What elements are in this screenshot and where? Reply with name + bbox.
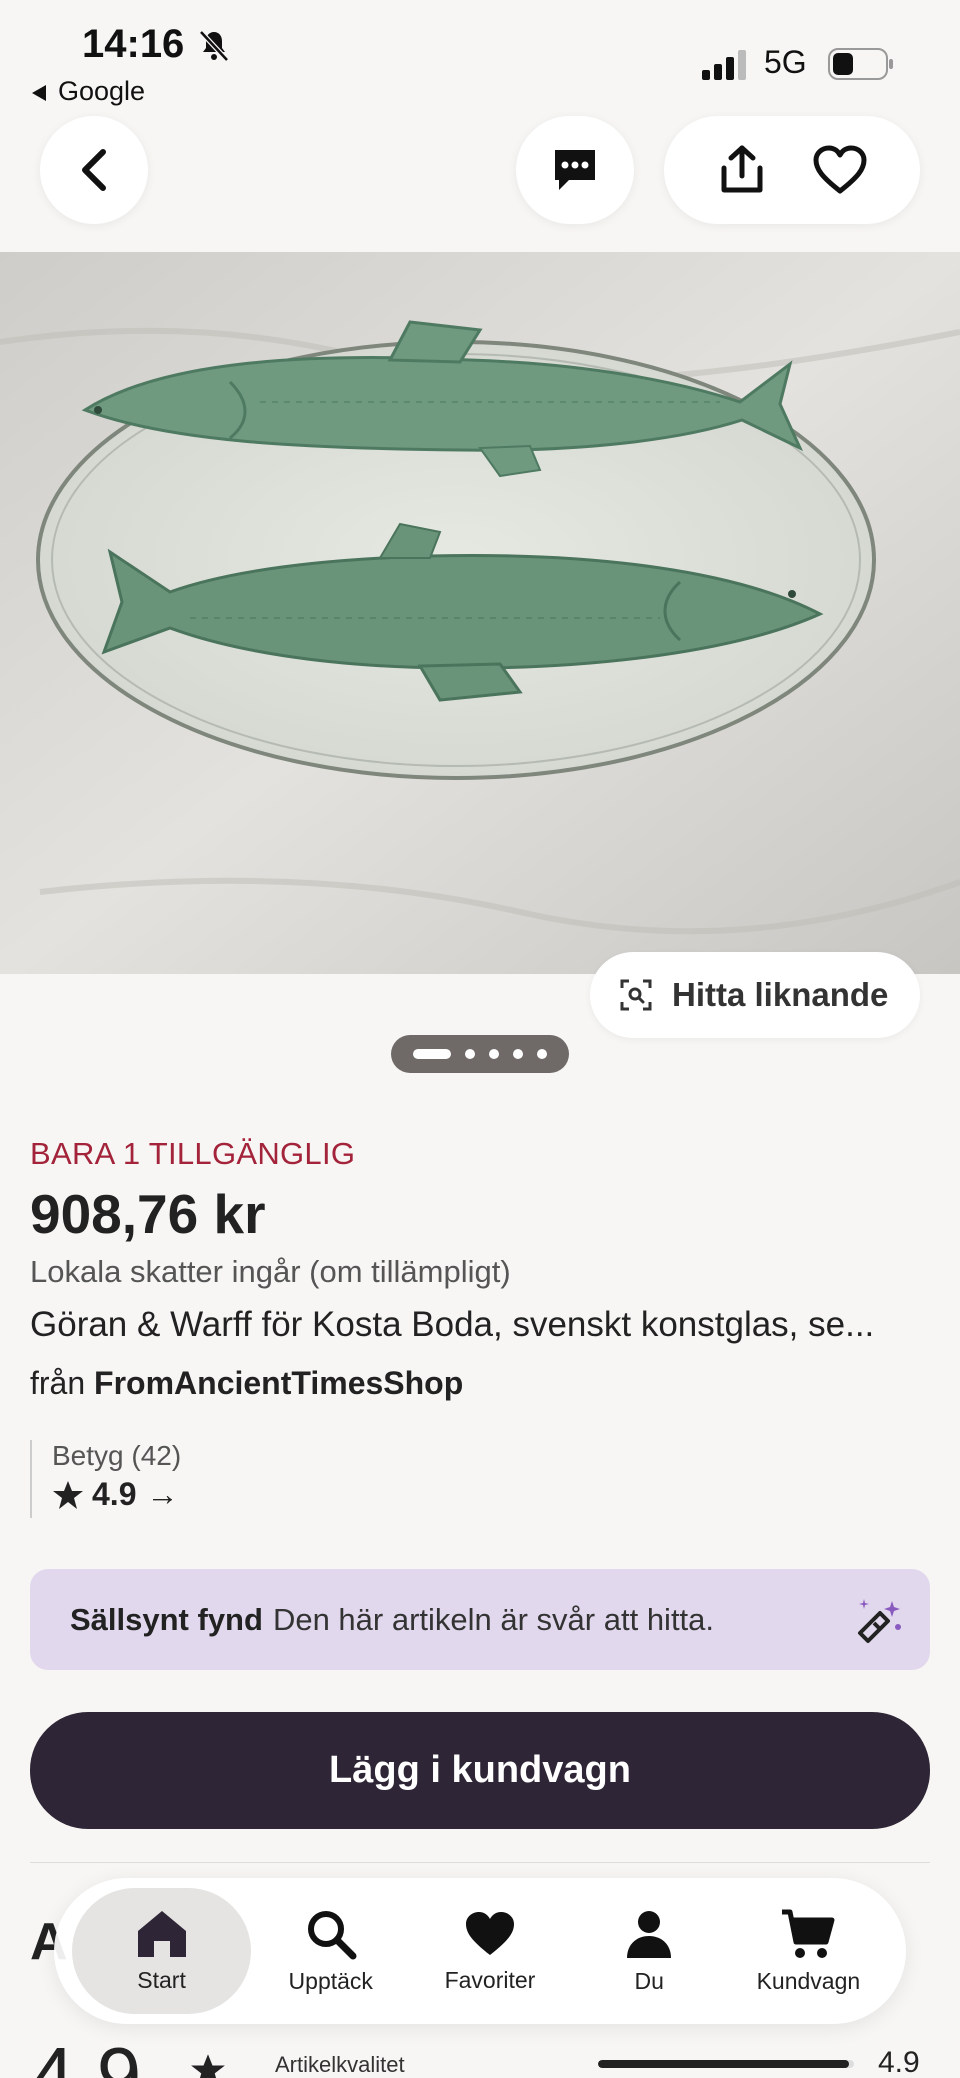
quality-score: 4.9 <box>878 2046 920 2078</box>
share-favorite-group <box>664 116 920 224</box>
search-icon <box>307 1910 357 1959</box>
nav-label: Du <box>634 1967 664 1994</box>
star-icon <box>53 1480 83 1509</box>
tax-note: Lokala skatter ingår (om tillämpligt) <box>30 1254 511 1289</box>
back-triangle-icon <box>32 84 46 101</box>
network-type: 5G <box>764 44 807 80</box>
status-bar: 14:16 Google 5G <box>0 0 960 110</box>
signal-icon <box>702 50 746 80</box>
product-price: 908,76 kr <box>30 1183 266 1245</box>
add-to-cart-button[interactable]: Lägg i kundvagn <box>30 1712 930 1829</box>
shop-name-link[interactable]: FromAncientTimesShop <box>94 1365 463 1401</box>
nav-label: Kundvagn <box>756 1967 861 1994</box>
rare-find-banner: Sällsynt fynd Den här artikeln är svår a… <box>30 1569 930 1670</box>
quality-bar-fill <box>598 2060 849 2068</box>
rating-label: Betyg (42) <box>52 1440 182 1471</box>
nav-favorites[interactable]: Favoriter <box>410 1888 569 2014</box>
rare-find-title: Sällsynt fynd <box>70 1601 263 1637</box>
chevron-left-icon <box>82 149 106 191</box>
product-image[interactable] <box>0 252 960 974</box>
find-similar-label: Hitta liknande <box>672 976 889 1013</box>
message-seller-button[interactable] <box>516 116 634 224</box>
quality-label: Artikelkvalitet <box>275 2052 405 2077</box>
heart-icon <box>465 1911 514 1955</box>
nav-start[interactable]: Start <box>72 1888 252 2014</box>
nav-label: Upptäck <box>288 1967 373 1994</box>
availability-label: BARA 1 TILLGÄNGLIG <box>30 1136 356 1171</box>
page-dot-active[interactable] <box>413 1049 451 1059</box>
quality-bar <box>598 2060 854 2068</box>
magic-wand-icon <box>858 1599 901 1643</box>
back-app-label: Google <box>58 76 146 106</box>
status-time: 14:16 <box>82 22 185 66</box>
back-button[interactable] <box>40 116 148 224</box>
battery-icon <box>828 48 893 80</box>
nav-cart[interactable]: Kundvagn <box>729 1888 888 2014</box>
from-prefix: från <box>30 1365 86 1401</box>
nav-label: Start <box>137 1966 186 1993</box>
heart-icon[interactable] <box>812 145 868 195</box>
image-pagination[interactable] <box>391 1035 569 1073</box>
rating-summary[interactable]: Betyg (42) 4.9 → <box>30 1440 181 1518</box>
star-icon <box>191 2054 225 2078</box>
message-icon <box>555 150 595 190</box>
cart-icon <box>782 1909 835 1958</box>
page-dot[interactable] <box>513 1049 523 1059</box>
rare-find-text: Den här artikeln är svår att hitta. <box>272 1601 715 1637</box>
section-divider <box>30 1862 930 1863</box>
bottom-nav: Start Upptäck Favoriter Du Kundvagn <box>54 1878 906 2024</box>
reviews-score: 4.9 <box>30 2031 142 2078</box>
page-dot[interactable] <box>489 1049 499 1059</box>
rating-value: 4.9 <box>92 1476 137 1512</box>
home-icon <box>137 1910 186 1957</box>
image-search-icon <box>620 979 652 1011</box>
page-dot[interactable] <box>537 1049 547 1059</box>
find-similar-button[interactable]: Hitta liknande <box>590 952 920 1038</box>
rating-value-row: 4.9 → <box>52 1476 181 1513</box>
page-dot[interactable] <box>465 1049 475 1059</box>
share-icon[interactable] <box>716 144 768 196</box>
product-photo <box>0 252 960 974</box>
shop-line: från FromAncientTimesShop <box>30 1365 463 1402</box>
back-to-app-link[interactable]: Google <box>32 76 145 107</box>
arrow-right-icon: → <box>146 1476 179 1512</box>
nav-you[interactable]: Du <box>570 1888 729 2014</box>
bell-muted-icon <box>199 30 229 62</box>
nav-discover[interactable]: Upptäck <box>251 1888 410 2014</box>
person-icon <box>627 1910 672 1958</box>
product-title[interactable]: Göran & Warff för Kosta Boda, svenskt ko… <box>30 1305 930 1345</box>
nav-label: Favoriter <box>444 1966 536 1993</box>
